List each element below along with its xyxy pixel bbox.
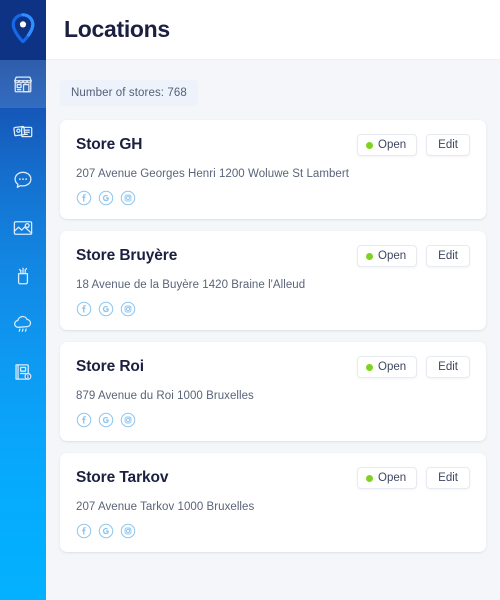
storefront-icon — [12, 73, 34, 95]
status-dot-icon — [366, 252, 374, 260]
google-icon[interactable] — [98, 190, 114, 206]
sidebar-nav — [0, 60, 46, 396]
table-row[interactable]: Store GH Open Edit 207 Avenue Georges He… — [60, 120, 486, 219]
edit-button[interactable]: Edit — [426, 467, 470, 489]
store-name: Store Bruyère — [76, 247, 178, 264]
edit-button[interactable]: Edit — [426, 134, 470, 156]
store-card-header: Store Bruyère Open Edit — [76, 245, 470, 267]
store-count-row: Number of stores: 768 — [60, 60, 486, 120]
status-badge[interactable]: Open — [357, 356, 418, 378]
store-card-header: Store Tarkov Open Edit — [76, 467, 470, 489]
edit-button[interactable]: Edit — [426, 245, 470, 267]
facebook-icon[interactable] — [76, 190, 92, 206]
status-badge[interactable]: Open — [357, 467, 418, 489]
sidebar-item-weather[interactable] — [0, 300, 46, 348]
google-icon[interactable] — [98, 412, 114, 428]
instagram-icon[interactable] — [120, 412, 136, 428]
analytics-cup-icon — [12, 265, 34, 287]
main-area: Locations Number of stores: 768 Store GH… — [46, 0, 500, 600]
social-links — [76, 301, 470, 317]
status-label: Open — [378, 250, 407, 262]
status-badge[interactable]: Open — [357, 134, 418, 156]
store-address: 207 Avenue Georges Henri 1200 Woluwe St … — [76, 168, 349, 180]
instagram-icon[interactable] — [120, 523, 136, 539]
app-root: Locations Number of stores: 768 Store GH… — [0, 0, 500, 600]
store-name: Store Tarkov — [76, 469, 169, 486]
status-dot-icon — [366, 474, 374, 482]
sidebar-item-messages[interactable] — [0, 156, 46, 204]
content-scroll-area[interactable]: Number of stores: 768 Store GH Open Edit… — [46, 60, 500, 600]
status-dot-icon — [366, 141, 374, 149]
instagram-icon[interactable] — [120, 301, 136, 317]
facebook-icon[interactable] — [76, 412, 92, 428]
store-card-actions: Open Edit — [357, 134, 470, 156]
status-label: Open — [378, 472, 407, 484]
sidebar-item-stores[interactable] — [0, 60, 46, 108]
status-dot-icon — [366, 363, 374, 371]
store-card-actions: Open Edit — [357, 467, 470, 489]
google-icon[interactable] — [98, 523, 114, 539]
store-card-actions: Open Edit — [357, 245, 470, 267]
store-name: Store GH — [76, 136, 143, 153]
social-links — [76, 190, 470, 206]
google-icon[interactable] — [98, 301, 114, 317]
store-address: 207 Avenue Tarkov 1000 Bruxelles — [76, 501, 255, 513]
status-badge[interactable]: Open — [357, 245, 418, 267]
page-title: Locations — [64, 16, 170, 42]
sidebar — [0, 0, 46, 600]
store-card-header: Store Roi Open Edit — [76, 356, 470, 378]
sidebar-item-media[interactable] — [0, 204, 46, 252]
sidebar-item-payments[interactable] — [0, 108, 46, 156]
status-label: Open — [378, 361, 407, 373]
table-row[interactable]: Store Bruyère Open Edit 18 Avenue de la … — [60, 231, 486, 330]
top-bar: Locations — [46, 0, 500, 60]
store-address: 879 Avenue du Roi 1000 Bruxelles — [76, 390, 254, 402]
facebook-icon[interactable] — [76, 523, 92, 539]
book-info-icon — [12, 361, 34, 383]
sidebar-item-documentation[interactable] — [0, 348, 46, 396]
facebook-icon[interactable] — [76, 301, 92, 317]
cards-money-icon — [12, 121, 34, 143]
table-row[interactable]: Store Roi Open Edit 879 Avenue du Roi 10… — [60, 342, 486, 441]
instagram-icon[interactable] — [120, 190, 136, 206]
media-image-icon — [12, 217, 34, 239]
store-address: 18 Avenue de la Buyère 1420 Braine l'All… — [76, 279, 306, 291]
store-count-badge: Number of stores: 768 — [60, 80, 198, 106]
location-pin-icon — [10, 12, 36, 48]
store-card-header: Store GH Open Edit — [76, 134, 470, 156]
store-card-actions: Open Edit — [357, 356, 470, 378]
social-links — [76, 412, 470, 428]
social-links — [76, 523, 470, 539]
sidebar-item-analytics[interactable] — [0, 252, 46, 300]
cloud-rain-icon — [12, 313, 34, 335]
store-name: Store Roi — [76, 358, 144, 375]
app-logo[interactable] — [0, 0, 46, 60]
edit-button[interactable]: Edit — [426, 356, 470, 378]
table-row[interactable]: Store Tarkov Open Edit 207 Avenue Tarkov… — [60, 453, 486, 552]
status-label: Open — [378, 139, 407, 151]
chat-bubble-icon — [12, 169, 34, 191]
